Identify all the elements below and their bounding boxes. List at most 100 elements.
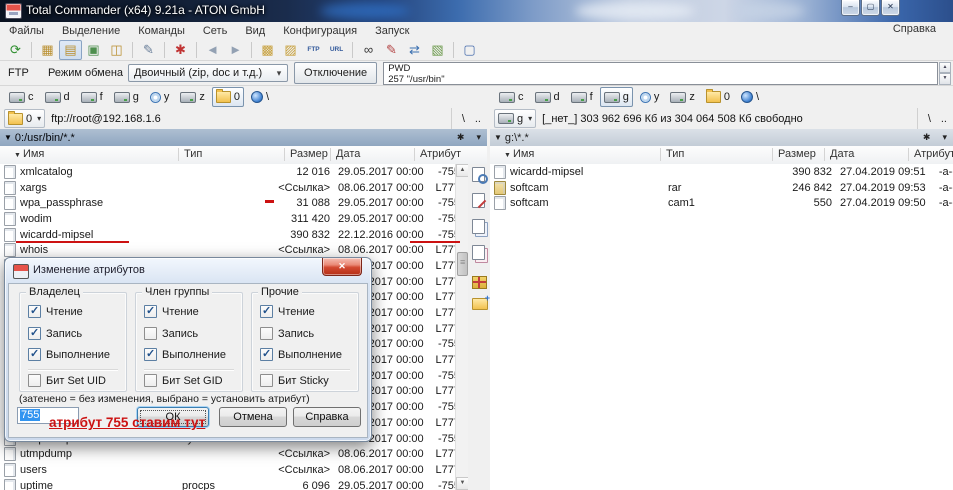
column-header-type[interactable]: Тип [666,148,684,160]
checkbox-выполнение[interactable] [28,348,41,361]
drive-button-0[interactable]: 0 [702,87,734,107]
column-header-type[interactable]: Тип [184,148,202,160]
drive-button-d[interactable]: d [41,87,74,107]
checkbox-выполнение[interactable] [260,348,273,361]
multi-rename-icon[interactable]: ✎ [380,40,403,60]
scrollbar-left[interactable]: ▲ ▼ [455,164,468,490]
compare-dirs-icon[interactable]: ▧ [426,40,449,60]
checkbox-чтение[interactable] [144,305,157,318]
pack-icon[interactable]: ▩ [256,40,279,60]
ftp-connect-icon[interactable]: FTP [302,40,325,60]
minimize-button[interactable]: – [841,0,860,16]
unpack-icon[interactable]: ▨ [279,40,302,60]
move-file-icon[interactable] [472,245,485,260]
checkbox-бит-set-gid[interactable] [144,374,157,387]
drive-button-f[interactable]: f [567,87,597,107]
history-menu-icon[interactable]: ▾ [942,132,947,143]
drive-button-z[interactable]: z [666,87,699,107]
new-folder-icon[interactable] [472,298,488,310]
view-file-icon[interactable] [472,167,485,182]
panel-header-left-active[interactable]: ▼ 0:/usr/bin/*.* ✱ ▾ [0,129,487,146]
refresh-icon[interactable]: ⟳ [4,40,27,60]
menu-item-команды[interactable]: Команды [129,25,194,37]
column-divider[interactable] [772,148,773,161]
view-config-icon[interactable]: ✎ [137,40,160,60]
drive-button-z[interactable]: z [176,87,209,107]
drive-button-d[interactable]: d [531,87,564,107]
file-row[interactable]: wodim311 42029.05.2017 00:00-755 [0,211,455,227]
drive-selector-right[interactable]: g ▾ [494,109,536,128]
menu-item-вид[interactable]: Вид [236,25,274,37]
column-header-attr[interactable]: Атрибут [420,148,461,160]
column-header-attr[interactable]: Атрибут [914,148,953,160]
drive-button-c[interactable]: c [495,87,528,107]
file-row[interactable]: xargs<Ссылка>08.06.2017 00:00L777 [0,180,455,196]
octal-attribute-input[interactable]: 755 [17,407,79,424]
file-row[interactable]: xmlcatalog12 01629.05.2017 00:00-755 [0,164,455,180]
brief-view-icon[interactable]: ▤ [59,40,82,60]
file-row[interactable]: softcamcam155027.04.2019 09:50-a-- [490,195,953,211]
column-header-size[interactable]: Размер [778,148,816,160]
file-row[interactable]: wpa_passphrase31 08829.05.2017 00:00-755 [0,195,455,211]
history-dropdown-icon[interactable]: ▼ [494,133,502,142]
menu-item-файлы[interactable]: Файлы [0,25,53,37]
pack-files-icon[interactable] [472,276,487,289]
menu-item-выделение[interactable]: Выделение [53,25,129,37]
drive-button-net[interactable]: \ [737,87,763,107]
menu-item-сеть[interactable]: Сеть [194,25,236,37]
goto-root-button[interactable]: \ [928,113,931,125]
drive-button-g[interactable]: g [110,87,143,107]
checkbox-бит-set-uid[interactable] [28,374,41,387]
checkbox-запись[interactable] [144,327,157,340]
file-row[interactable]: wicardd-mipsel390 83227.04.2019 09:51-a-… [490,164,953,180]
column-divider[interactable] [178,148,179,161]
column-header-size[interactable]: Размер [290,148,328,160]
ok-button[interactable]: ОК [137,407,209,427]
help-button[interactable]: Справка [293,407,361,427]
drive-button-c[interactable]: c [5,87,38,107]
scroll-thumb[interactable] [457,252,468,276]
spinner-up-icon[interactable]: ▲ [939,62,951,74]
checkbox-бит-sticky[interactable] [260,374,273,387]
file-row[interactable]: users<Ссылка>08.06.2017 00:00L777 [0,462,455,478]
checkbox-чтение[interactable] [260,305,273,318]
forward-icon[interactable]: ► [224,40,247,60]
file-row[interactable]: softcamrar246 84227.04.2019 09:53-a-- [490,180,953,196]
dialog-close-button[interactable]: ✕ [322,258,362,276]
transfer-mode-select[interactable]: Двоичный (zip, doc и т.д.) ▾ [128,64,288,82]
column-divider[interactable] [824,148,825,161]
close-button[interactable]: ✕ [881,0,900,16]
history-menu-icon[interactable]: ▾ [476,132,481,143]
drive-button-g[interactable]: g [600,87,633,107]
drive-selector-left[interactable]: 0 ▾ [4,109,45,128]
favorites-star-icon[interactable]: ✱ [923,132,931,143]
search-files-icon[interactable]: ∞ [357,40,380,60]
disconnect-button[interactable]: Отключение [294,62,377,84]
ftp-url-icon[interactable]: URL [325,40,348,60]
menu-item-конфигурация[interactable]: Конфигурация [274,25,366,37]
notepad-icon[interactable]: ▢ [458,40,481,60]
column-divider[interactable] [660,148,661,161]
drive-button-y[interactable]: y [146,87,174,107]
column-header-date[interactable]: Дата [830,148,854,160]
edit-file-icon[interactable] [472,193,485,208]
column-divider[interactable] [330,148,331,161]
column-header-name[interactable]: ▼Имя [14,148,44,160]
maximize-button[interactable]: ▢ [861,0,880,16]
goto-parent-button[interactable]: .. [941,113,947,125]
menu-item-запуск[interactable]: Запуск [366,25,418,37]
spinner-down-icon[interactable]: ▼ [939,73,951,85]
checkbox-выполнение[interactable] [144,348,157,361]
sync-dirs-icon[interactable]: ⇄ [403,40,426,60]
cancel-button[interactable]: Отмена [219,407,287,427]
back-icon[interactable]: ◄ [201,40,224,60]
menu-item-help[interactable]: Справка [884,23,945,35]
drive-button-f[interactable]: f [77,87,107,107]
copy-file-icon[interactable] [472,219,485,234]
picture-view-icon[interactable]: ▣ [82,40,105,60]
column-header-date[interactable]: Дата [336,148,360,160]
favorites-star-icon[interactable]: ✱ [457,132,465,143]
checkbox-запись[interactable] [260,327,273,340]
thumbnails-view-icon[interactable]: ▦ [36,40,59,60]
panel-header-right[interactable]: ▼ g:\*.* ✱ ▾ [490,129,953,146]
